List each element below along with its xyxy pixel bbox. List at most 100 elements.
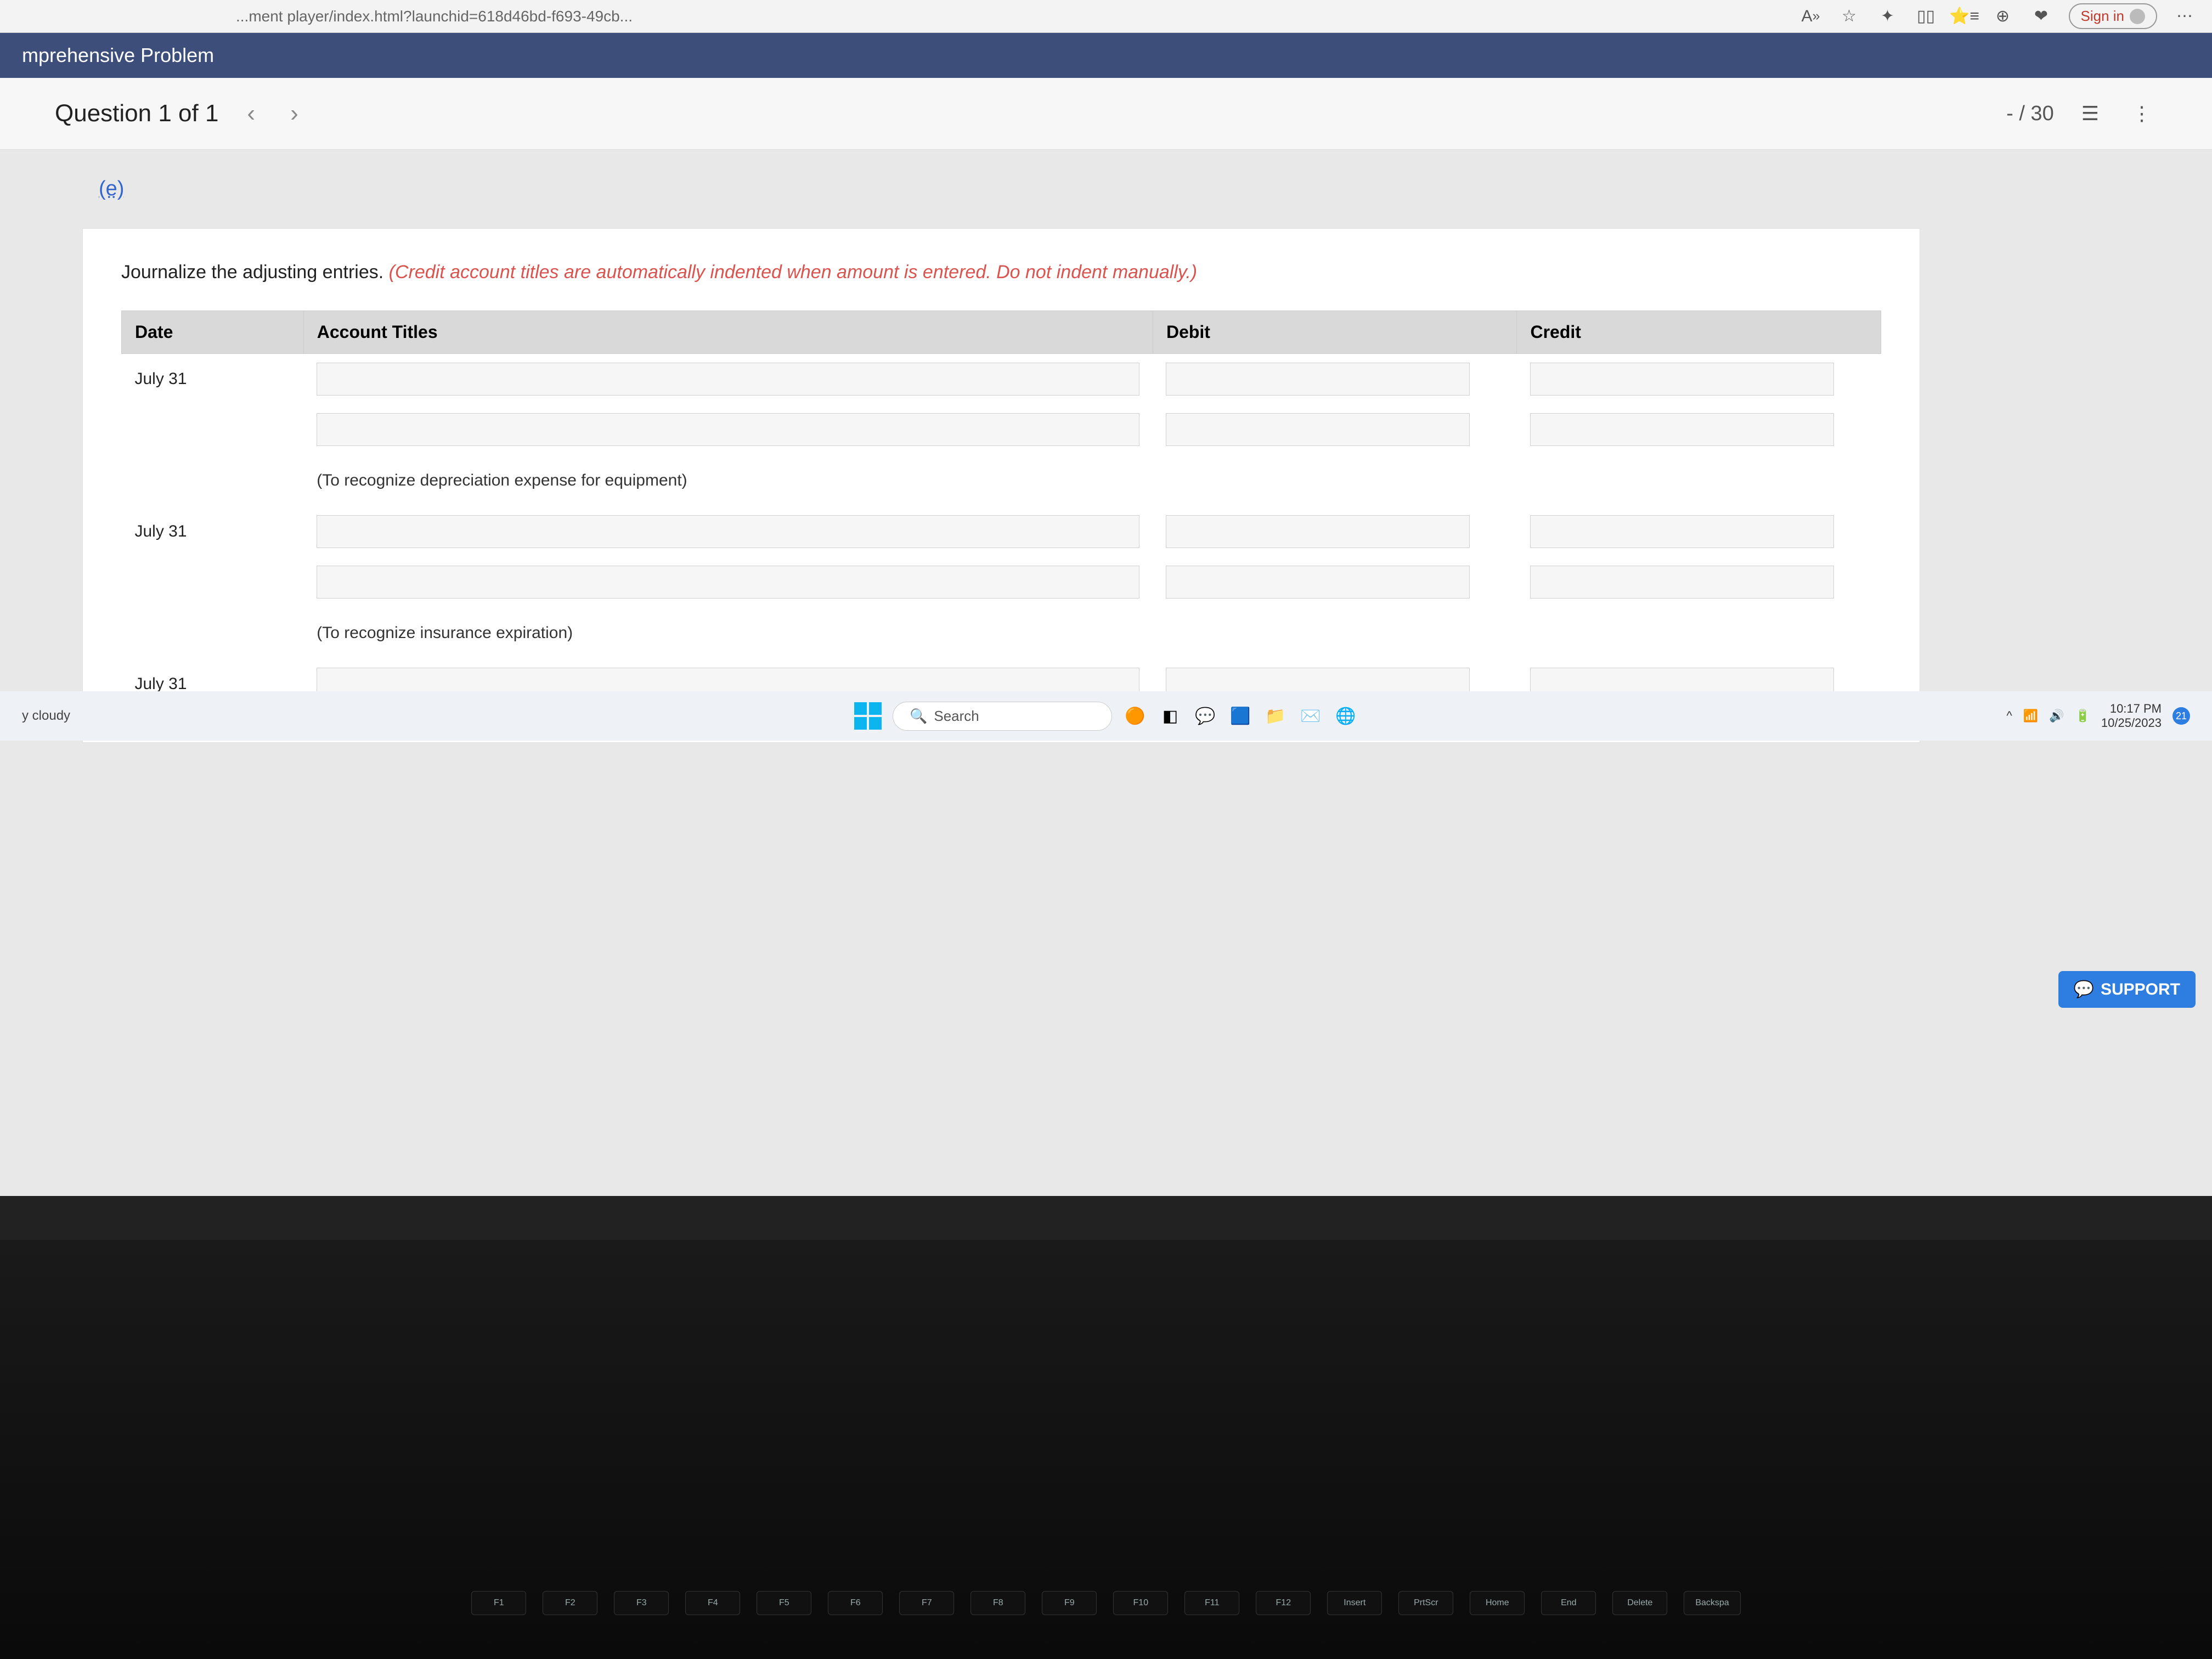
taskbar: y cloudy 🔍 Search 🟠 ◧ 💬 🟦 📁 ✉️ 🌐 ^ 📶 🔊 🔋… [0, 691, 2212, 741]
support-label: SUPPORT [2101, 980, 2180, 999]
key: F1 [471, 1591, 526, 1615]
search-box[interactable]: 🔍 Search [893, 702, 1112, 731]
taskbar-right: ^ 📶 🔊 🔋 10:17 PM 10/25/2023 21 [2006, 702, 2190, 731]
key: F9 [1042, 1591, 1097, 1615]
date: 10/25/2023 [2101, 716, 2162, 730]
explorer-icon[interactable]: 📁 [1263, 704, 1288, 728]
date-cell [122, 557, 304, 607]
chat-icon: 💬 [2074, 980, 2094, 999]
edge-icon[interactable]: 🌐 [1334, 704, 1358, 728]
key: F5 [757, 1591, 811, 1615]
key: Home [1470, 1591, 1525, 1615]
instruction-note: (Credit account titles are automatically… [389, 262, 1198, 283]
kebab-icon[interactable]: ⋮ [2126, 102, 2157, 125]
key: F3 [614, 1591, 669, 1615]
key: PrtScr [1398, 1591, 1453, 1615]
part-label[interactable]: (e) [82, 166, 140, 212]
screen: ...ment player/index.html?launchid=618d4… [0, 0, 2212, 1196]
extensions-icon[interactable]: ✦ [1877, 5, 1899, 27]
more-icon[interactable]: ⋯ [2174, 5, 2196, 27]
key: Backspa [1684, 1591, 1740, 1615]
app-title: mprehensive Problem [22, 44, 214, 66]
wifi-icon[interactable]: 📶 [2023, 709, 2038, 723]
table-row: (To recognize insurance expiration) [122, 607, 1881, 659]
key: F4 [685, 1591, 740, 1615]
favorites-icon[interactable]: ⭐≡ [1954, 5, 1976, 27]
credit-input[interactable] [1530, 413, 1834, 446]
performance-icon[interactable]: ❤ [2030, 5, 2052, 27]
key: Insert [1327, 1591, 1382, 1615]
list-icon[interactable]: ☰ [2076, 102, 2104, 125]
app-header: mprehensive Problem [0, 33, 2212, 78]
avatar-icon [2130, 9, 2145, 24]
mail-icon[interactable]: ✉️ [1299, 704, 1323, 728]
credit-input[interactable] [1530, 363, 1834, 396]
debit-input[interactable] [1166, 566, 1470, 599]
prev-arrow[interactable]: ‹ [240, 100, 262, 127]
instruction: Journalize the adjusting entries. (Credi… [121, 262, 1881, 283]
instruction-lead: Journalize the adjusting entries. [121, 262, 389, 283]
clock[interactable]: 10:17 PM 10/25/2023 [2101, 702, 2162, 731]
credit-input[interactable] [1530, 566, 1834, 599]
question-bar: Question 1 of 1 ‹ › - / 30 ☰ ⋮ [0, 78, 2212, 150]
th-titles: Account Titles [303, 311, 1153, 354]
key: F11 [1184, 1591, 1239, 1615]
notification-badge[interactable]: 21 [2172, 707, 2190, 725]
start-button[interactable] [854, 702, 882, 730]
star-icon[interactable]: ☆ [1838, 5, 1860, 27]
question-card: Journalize the adjusting entries. (Credi… [82, 228, 1920, 743]
collections-icon[interactable]: ⊕ [1992, 5, 2014, 27]
support-button[interactable]: 💬 SUPPORT [2058, 971, 2196, 1008]
credit-input[interactable] [1530, 515, 1834, 548]
debit-input[interactable] [1166, 413, 1470, 446]
date-cell: July 31 [122, 506, 304, 557]
key: Delete [1612, 1591, 1667, 1615]
table-row [122, 404, 1881, 455]
th-date: Date [122, 311, 304, 354]
key: F12 [1256, 1591, 1311, 1615]
th-debit: Debit [1153, 311, 1517, 354]
key: F6 [828, 1591, 883, 1615]
chat-icon[interactable]: 💬 [1193, 704, 1217, 728]
key: End [1541, 1591, 1596, 1615]
account-input[interactable] [317, 515, 1139, 548]
browser-toolbar: ...ment player/index.html?launchid=618d4… [0, 0, 2212, 33]
debit-input[interactable] [1166, 363, 1470, 396]
key: F10 [1113, 1591, 1168, 1615]
key: F8 [970, 1591, 1025, 1615]
search-icon: 🔍 [910, 708, 927, 725]
taskview-icon[interactable]: ◧ [1158, 704, 1182, 728]
chevron-up-icon[interactable]: ^ [2006, 709, 2012, 723]
read-aloud-icon[interactable]: A» [1800, 5, 1822, 27]
store-icon[interactable]: 🟦 [1228, 704, 1252, 728]
volume-icon[interactable]: 🔊 [2049, 709, 2064, 723]
battery-icon[interactable]: 🔋 [2075, 709, 2090, 723]
date-cell: July 31 [122, 354, 304, 405]
time: 10:17 PM [2101, 702, 2162, 716]
question-title: Question 1 of 1 [55, 100, 218, 127]
th-credit: Credit [1517, 311, 1881, 354]
account-input[interactable] [317, 413, 1139, 446]
date-cell [122, 404, 304, 455]
journal-table: Date Account Titles Debit Credit July 31 [121, 311, 1881, 709]
account-input[interactable] [317, 566, 1139, 599]
url-fragment: ...ment player/index.html?launchid=618d4… [236, 8, 633, 25]
key: F2 [543, 1591, 597, 1615]
signin-label: Sign in [2081, 8, 2125, 25]
debit-input[interactable] [1166, 515, 1470, 548]
signin-button[interactable]: Sign in [2069, 3, 2158, 29]
table-row [122, 557, 1881, 607]
content: (e) Journalize the adjusting entries. (C… [0, 150, 2212, 743]
entry-description: (To recognize depreciation expense for e… [303, 455, 1881, 506]
account-input[interactable] [317, 363, 1139, 396]
table-row: (To recognize depreciation expense for e… [122, 455, 1881, 506]
score-display: - / 30 [2006, 102, 2054, 126]
table-row: July 31 [122, 506, 1881, 557]
entry-description: (To recognize insurance expiration) [303, 607, 1881, 659]
copilot-icon[interactable]: 🟠 [1123, 704, 1147, 728]
keyboard: F1 F2 F3 F4 F5 F6 F7 F8 F9 F10 F11 F12 I… [0, 1240, 2212, 1659]
weather-widget[interactable]: y cloudy [22, 708, 70, 724]
next-arrow[interactable]: › [284, 100, 305, 127]
table-row: July 31 [122, 354, 1881, 405]
split-icon[interactable]: ▯▯ [1915, 5, 1937, 27]
